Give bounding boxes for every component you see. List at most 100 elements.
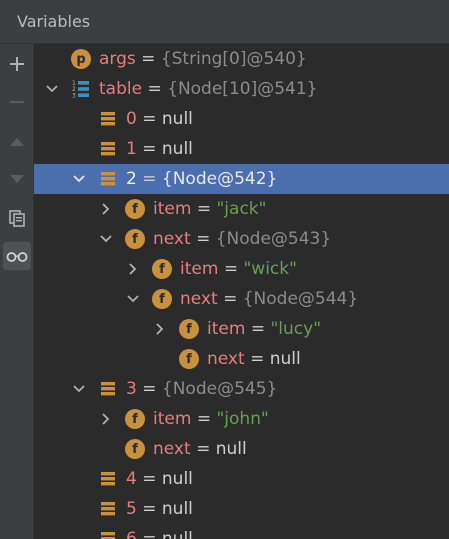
equals-sign: = — [136, 379, 162, 399]
chevron-down-icon[interactable] — [125, 291, 141, 307]
variable-entry: 2 = {Node@542} — [126, 168, 277, 190]
array-element-icon — [98, 109, 118, 129]
equals-sign: = — [135, 49, 161, 69]
variable-value: {Node@544} — [242, 289, 359, 309]
array-element-icon — [98, 139, 118, 159]
variable-value: null — [161, 529, 193, 539]
variables-toolbar — [0, 44, 34, 539]
variable-value: null — [215, 439, 247, 459]
equals-sign: = — [245, 319, 271, 339]
tree-row[interactable]: f next = {Node@544} — [34, 284, 449, 314]
variable-entry: item = "john" — [153, 408, 269, 430]
array-icon: 123 — [71, 79, 91, 99]
variable-value: {Node@542} — [161, 169, 278, 189]
variable-name: next — [153, 229, 191, 249]
variable-entry: 3 = {Node@545} — [126, 378, 277, 400]
tree-row[interactable]: 1 2 3 table = {Node[10]@541} — [34, 74, 449, 104]
variable-name: 4 — [126, 469, 137, 489]
tree-row[interactable]: f item = "john" — [34, 404, 449, 434]
array-element-icon — [98, 529, 118, 539]
variable-value: null — [161, 109, 193, 129]
move-down-button[interactable] — [3, 165, 31, 193]
tree-row[interactable]: 1 = null — [34, 134, 449, 164]
variable-value: {Node[10]@541} — [167, 79, 318, 99]
equals-sign: = — [136, 139, 162, 159]
parameter-icon: p — [71, 49, 91, 69]
chevron-down-icon[interactable] — [71, 381, 87, 397]
variable-name: item — [153, 199, 192, 219]
add-watch-button[interactable] — [3, 50, 31, 78]
move-up-button[interactable] — [3, 128, 31, 156]
chevron-right-icon[interactable] — [152, 321, 168, 337]
variable-entry: item = "wick" — [180, 258, 297, 280]
variable-value: null — [161, 499, 193, 519]
equals-sign: = — [142, 79, 168, 99]
copy-button[interactable] — [3, 204, 31, 232]
tree-row[interactable]: 2 = {Node@542} — [34, 164, 449, 194]
variable-name: item — [207, 319, 246, 339]
variable-value: "wick" — [243, 259, 297, 279]
chevron-down-icon[interactable] — [71, 171, 87, 187]
tree-row[interactable]: 0 = null — [34, 104, 449, 134]
panel-title: Variables — [17, 12, 91, 31]
equals-sign: = — [190, 439, 216, 459]
equals-sign: = — [244, 349, 270, 369]
array-element-icon — [98, 169, 118, 189]
tree-row[interactable]: 4 = null — [34, 464, 449, 494]
tree-row[interactable]: 3 = {Node@545} — [34, 374, 449, 404]
variable-name: table — [99, 79, 143, 99]
tree-row[interactable]: 5 = null — [34, 494, 449, 524]
variable-name: next — [153, 439, 191, 459]
field-icon: f — [125, 199, 145, 219]
equals-sign: = — [136, 169, 162, 189]
field-icon: f — [125, 409, 145, 429]
variable-entry: next = null — [207, 348, 301, 370]
array-element-icon — [98, 499, 118, 519]
equals-sign: = — [217, 289, 243, 309]
equals-sign: = — [191, 199, 217, 219]
glasses-icon — [6, 252, 28, 262]
tree-row[interactable]: p args = {String[0]@540} — [34, 44, 449, 74]
variable-entry: args = {String[0]@540} — [99, 48, 307, 70]
variable-entry: 6 = null — [126, 528, 193, 539]
remove-watch-button[interactable] — [3, 88, 31, 116]
chevron-right-icon[interactable] — [125, 261, 141, 277]
array-element-icon — [98, 379, 118, 399]
field-icon: f — [179, 319, 199, 339]
variable-value: null — [161, 469, 193, 489]
variable-value: {Node@545} — [161, 379, 278, 399]
tree-row[interactable]: f item = "lucy" — [34, 314, 449, 344]
panel-header: Variables — [0, 0, 449, 44]
field-icon: f — [125, 229, 145, 249]
equals-sign: = — [136, 469, 162, 489]
equals-sign: = — [218, 259, 244, 279]
variable-entry: 1 = null — [126, 138, 193, 160]
variable-name: next — [207, 349, 245, 369]
variable-name: 2 — [126, 169, 137, 189]
triangle-down-icon — [10, 175, 24, 183]
variable-value: null — [269, 349, 301, 369]
tree-row[interactable]: f item = "wick" — [34, 254, 449, 284]
chevron-down-icon[interactable] — [44, 81, 60, 97]
tree-row[interactable]: 6 = null — [34, 524, 449, 539]
tree-row[interactable]: f item = "jack" — [34, 194, 449, 224]
plus-icon — [10, 57, 24, 71]
variable-name: 0 — [126, 109, 137, 129]
variable-entry: 4 = null — [126, 468, 193, 490]
tree-row[interactable]: f next = {Node@543} — [34, 224, 449, 254]
chevron-down-icon[interactable] — [98, 231, 114, 247]
chevron-right-icon[interactable] — [98, 411, 114, 427]
tree-row[interactable]: f next = null — [34, 434, 449, 464]
show-watches-button[interactable] — [3, 242, 31, 270]
chevron-right-icon[interactable] — [98, 201, 114, 217]
tree-row[interactable]: f next = null — [34, 344, 449, 374]
variable-name: 1 — [126, 139, 137, 159]
field-icon: f — [125, 439, 145, 459]
variable-name: 5 — [126, 499, 137, 519]
variable-value: {String[0]@540} — [160, 49, 307, 69]
variable-value: "john" — [216, 409, 269, 429]
equals-sign: = — [136, 529, 162, 539]
variable-entry: next = {Node@543} — [153, 228, 331, 250]
variable-value: "jack" — [216, 199, 267, 219]
variable-name: item — [153, 409, 192, 429]
